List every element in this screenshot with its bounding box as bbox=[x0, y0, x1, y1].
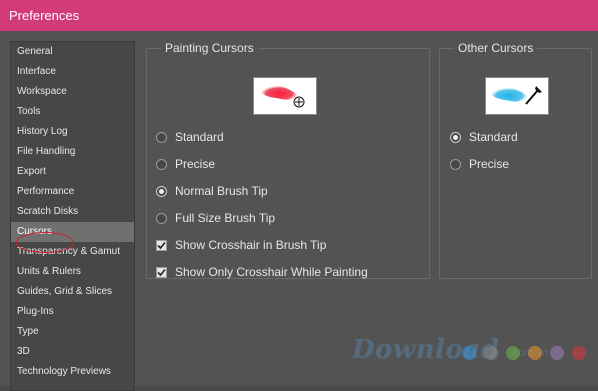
cyan-brush-stroke-eyedropper-icon bbox=[490, 86, 542, 105]
watermark-dot bbox=[550, 346, 564, 360]
sidebar-item-file-handling[interactable]: File Handling bbox=[11, 142, 134, 162]
sidebar-item-guides-grid-slices[interactable]: Guides, Grid & Slices bbox=[11, 282, 134, 302]
other-cursors-title: Other Cursors bbox=[458, 41, 534, 55]
radio-selected-icon bbox=[156, 185, 167, 197]
sidebar-item-units-rulers[interactable]: Units & Rulers bbox=[11, 262, 134, 282]
sidebar-item-performance[interactable]: Performance bbox=[11, 182, 134, 202]
radio-icon bbox=[450, 158, 461, 170]
watermark-dot bbox=[484, 346, 498, 360]
option-label: Normal Brush Tip bbox=[175, 184, 268, 198]
watermark-dot bbox=[572, 346, 586, 360]
sidebar-item-interface[interactable]: Interface bbox=[11, 62, 134, 82]
option-label: Precise bbox=[175, 157, 216, 171]
sidebar-item-3d[interactable]: 3D bbox=[11, 342, 134, 362]
sidebar-item-workspace[interactable]: Workspace bbox=[11, 82, 134, 102]
option-label: Show Only Crosshair While Painting bbox=[175, 265, 368, 279]
painting-precise-radio[interactable]: Precise bbox=[156, 156, 215, 172]
option-label: Show Crosshair in Brush Tip bbox=[175, 238, 327, 252]
radio-icon bbox=[156, 212, 167, 224]
painting-cursors-group: Painting Cursors Standard Precise Normal… bbox=[146, 41, 430, 279]
watermark-logo: Download bbox=[352, 335, 500, 365]
sidebar-item-plug-ins[interactable]: Plug-Ins bbox=[11, 302, 134, 322]
preferences-content: General Interface Workspace Tools Histor… bbox=[0, 31, 598, 391]
option-label: Standard bbox=[469, 130, 518, 144]
sidebar-item-scratch-disks[interactable]: Scratch Disks bbox=[11, 202, 134, 222]
option-label: Full Size Brush Tip bbox=[175, 211, 276, 225]
sidebar-item-transparency-gamut[interactable]: Transparency & Gamut bbox=[11, 242, 134, 262]
painting-full-size-brush-tip-radio[interactable]: Full Size Brush Tip bbox=[156, 210, 275, 226]
show-crosshair-checkbox[interactable]: Show Crosshair in Brush Tip bbox=[156, 237, 326, 253]
red-brush-stroke-crosshair-icon bbox=[260, 85, 305, 108]
other-cursor-preview bbox=[485, 77, 549, 115]
watermark-dot bbox=[462, 346, 476, 360]
other-precise-radio[interactable]: Precise bbox=[450, 156, 509, 172]
radio-selected-icon bbox=[450, 131, 461, 143]
watermark-dot bbox=[506, 346, 520, 360]
sidebar-item-export[interactable]: Export bbox=[11, 162, 134, 182]
painting-cursors-title: Painting Cursors bbox=[165, 41, 254, 55]
option-label: Standard bbox=[175, 130, 224, 144]
other-standard-radio[interactable]: Standard bbox=[450, 129, 518, 145]
sidebar-item-tools[interactable]: Tools bbox=[11, 102, 134, 122]
option-label: Precise bbox=[469, 157, 510, 171]
window-title: Preferences bbox=[9, 8, 80, 23]
radio-icon bbox=[156, 158, 167, 170]
show-only-crosshair-checkbox[interactable]: Show Only Crosshair While Painting bbox=[156, 264, 368, 280]
sidebar-item-technology-previews[interactable]: Technology Previews bbox=[11, 362, 134, 382]
painting-normal-brush-tip-radio[interactable]: Normal Brush Tip bbox=[156, 183, 268, 199]
checkbox-checked-icon bbox=[156, 266, 167, 278]
preferences-sidebar: General Interface Workspace Tools Histor… bbox=[10, 41, 135, 391]
other-cursors-group: Other Cursors Standard Precise bbox=[439, 41, 592, 279]
sidebar-item-cursors[interactable]: Cursors bbox=[11, 222, 134, 242]
checkbox-checked-icon bbox=[156, 239, 167, 251]
sidebar-item-type[interactable]: Type bbox=[11, 322, 134, 342]
sidebar-item-general[interactable]: General bbox=[11, 42, 134, 62]
painting-standard-radio[interactable]: Standard bbox=[156, 129, 224, 145]
window-titlebar: Preferences bbox=[0, 0, 598, 31]
radio-icon bbox=[156, 131, 167, 143]
sidebar-item-history-log[interactable]: History Log bbox=[11, 122, 134, 142]
painting-cursor-preview bbox=[253, 77, 317, 115]
watermark-dot bbox=[528, 346, 542, 360]
